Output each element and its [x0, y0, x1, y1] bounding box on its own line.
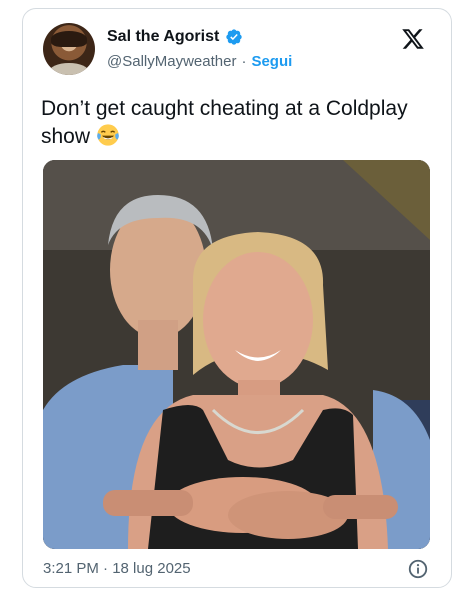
author-name-row[interactable]: Sal the Agorist [107, 28, 243, 46]
info-icon[interactable] [407, 558, 429, 580]
author-handle-row: @SallyMayweather · Segui [107, 53, 292, 70]
author-handle[interactable]: @SallyMayweather [107, 53, 236, 70]
tweet-timestamp[interactable]: 3:21 PM · 18 lug 2025 [43, 560, 191, 577]
avatar-shirt-shape [49, 63, 89, 75]
photo-illustration [43, 160, 430, 549]
separator-dot: · [241, 53, 247, 70]
tweet-text: Don’t get caught cheating at a Coldplay … [41, 95, 441, 151]
tweet-photo[interactable] [43, 160, 430, 549]
author-display-name[interactable]: Sal the Agorist [107, 28, 219, 46]
laughing-tears-emoji-icon [97, 124, 119, 146]
verified-badge-icon [226, 29, 242, 45]
x-logo-icon[interactable] [401, 27, 425, 51]
avatar[interactable] [43, 23, 95, 75]
follow-button[interactable]: Segui [251, 53, 292, 70]
avatar-hat-shape [51, 31, 87, 47]
tweet-card[interactable]: Sal the Agorist @SallyMayweather · Segui… [22, 8, 452, 588]
